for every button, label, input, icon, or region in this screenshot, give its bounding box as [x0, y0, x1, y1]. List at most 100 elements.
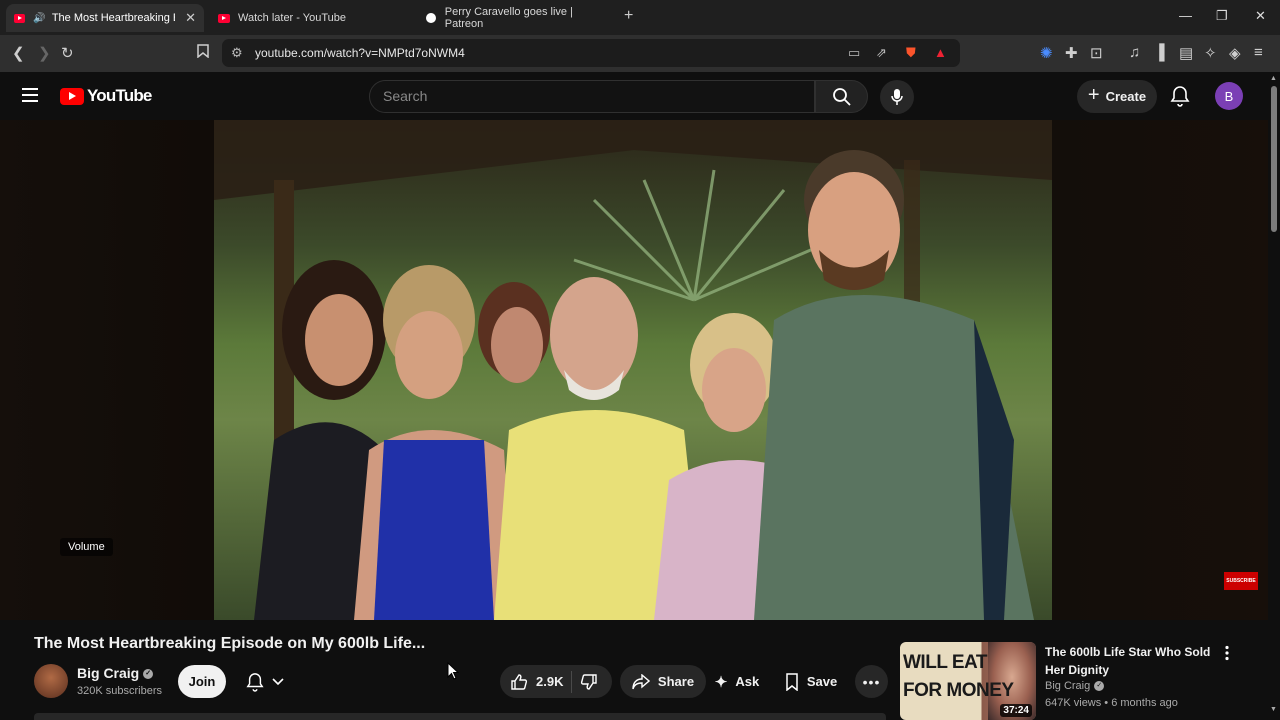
- tab-active[interactable]: 🔊 The Most Heartbreaking Episo ✕: [6, 4, 204, 32]
- leo-ai-icon[interactable]: ✧: [1204, 44, 1217, 62]
- wallet-icon[interactable]: ▤: [1179, 44, 1193, 62]
- youtube-header: YouTube + Create B: [0, 72, 1280, 120]
- reload-icon[interactable]: ↻: [61, 44, 74, 62]
- brave-rewards-icon[interactable]: ▲: [934, 45, 947, 60]
- thumb-text-1: WILL EAT: [903, 652, 987, 673]
- thumbs-down-icon: [581, 673, 598, 690]
- verified-check-icon: ✓: [143, 669, 154, 680]
- logo-text: YouTube: [87, 86, 152, 105]
- recommended-meta: 647K views • 6 months ago: [1045, 697, 1178, 709]
- scroll-down-icon[interactable]: ▼: [1270, 706, 1277, 713]
- youtube-favicon-icon: [14, 13, 26, 23]
- forward-icon[interactable]: ❯: [38, 44, 51, 62]
- tab-title: Perry Caravello goes live | Patreon: [444, 6, 573, 30]
- recommended-title[interactable]: The 600lb Life Star Who Sold Her Dignity: [1045, 643, 1215, 679]
- dislike-button[interactable]: [580, 673, 598, 691]
- share-icon: [632, 673, 650, 689]
- vpn-icon[interactable]: ✺: [1040, 44, 1053, 62]
- volume-tooltip: Volume: [60, 538, 113, 556]
- create-label: Create: [1105, 89, 1147, 104]
- vpn-shield-icon[interactable]: ◈: [1229, 44, 1241, 62]
- browser-toolbar: ❮ ❯ ↻ ⚙ youtube.com/watch?v=NMPtd7oNWM4 …: [0, 35, 1280, 72]
- restore-icon[interactable]: ❐: [1216, 8, 1228, 24]
- duration-badge: 37:24: [1000, 704, 1032, 717]
- youtube-favicon-icon: [218, 13, 230, 23]
- thumb-text-2: FOR MONEY: [903, 680, 1014, 701]
- url-text: youtube.com/watch?v=NMPtd7oNWM4: [255, 46, 465, 60]
- channel-name[interactable]: Big Craig ✓: [77, 665, 154, 681]
- video-frame[interactable]: [214, 120, 1052, 620]
- create-button[interactable]: + Create: [1077, 80, 1157, 113]
- recommended-channel-text[interactable]: Big Craig: [1045, 680, 1090, 692]
- verified-check-icon: ✓: [1094, 681, 1105, 692]
- channel-avatar[interactable]: [34, 664, 68, 698]
- notifications-bell-icon[interactable]: [1170, 85, 1190, 112]
- voice-search-button[interactable]: [880, 80, 914, 114]
- microphone-icon: [891, 89, 903, 105]
- bell-icon: [246, 672, 264, 692]
- cast-icon[interactable]: ▭: [848, 45, 860, 61]
- video-title: The Most Heartbreaking Episode on My 600…: [34, 635, 426, 652]
- sparkle-icon: ✦: [714, 673, 728, 691]
- plus-icon: +: [1087, 84, 1100, 106]
- tab-watch-later[interactable]: Watch later - YouTube: [210, 4, 410, 32]
- save-bookmark-icon: [786, 672, 798, 691]
- description-box[interactable]: [34, 713, 886, 720]
- tab-title: Watch later - YouTube: [238, 12, 347, 24]
- ask-label: Ask: [735, 674, 760, 689]
- recommended-thumbnail[interactable]: WILL EAT FOR MONEY 37:24: [900, 642, 1036, 720]
- join-button[interactable]: Join: [178, 665, 226, 698]
- extensions-icon[interactable]: ✚: [1065, 44, 1078, 62]
- tab-patreon[interactable]: Perry Caravello goes live | Patreon: [418, 4, 618, 32]
- share-button[interactable]: Share: [620, 665, 706, 698]
- thumbs-up-icon: [511, 673, 528, 690]
- close-tab-icon[interactable]: ✕: [185, 10, 196, 26]
- scrollbar-thumb[interactable]: [1271, 86, 1277, 232]
- patreon-favicon-icon: [426, 13, 436, 23]
- like-button[interactable]: 2.9K: [510, 673, 563, 691]
- more-vertical-icon[interactable]: [1224, 645, 1230, 666]
- search-input[interactable]: [383, 88, 783, 104]
- save-label: Save: [806, 674, 838, 689]
- channel-name-text[interactable]: Big Craig: [77, 665, 139, 681]
- share-page-icon[interactable]: ⇗: [876, 45, 887, 61]
- more-horizontal-icon: •••: [862, 673, 881, 690]
- screenshot-icon[interactable]: ⊡: [1090, 44, 1103, 62]
- mouse-cursor-icon: [447, 661, 460, 685]
- address-bar[interactable]: ⚙ youtube.com/watch?v=NMPtd7oNWM4 ▭ ⇗ ⛊ …: [222, 39, 960, 67]
- video-player[interactable]: [0, 120, 1268, 620]
- search-icon: [832, 87, 851, 106]
- youtube-logo[interactable]: YouTube: [60, 86, 152, 106]
- subscriber-count: 320K subscribers: [77, 685, 162, 697]
- bookmark-icon[interactable]: [197, 44, 209, 62]
- video-frame-image: [214, 120, 1052, 620]
- hamburger-menu-icon[interactable]: [22, 88, 38, 106]
- ask-button[interactable]: ✦ Ask: [706, 665, 768, 698]
- like-dislike-group: 2.9K: [500, 665, 612, 698]
- chevron-down-icon: [272, 677, 284, 685]
- tab-title: The Most Heartbreaking Episo: [51, 12, 175, 24]
- account-avatar[interactable]: B: [1215, 82, 1243, 110]
- search-box[interactable]: [369, 80, 815, 113]
- minimize-icon[interactable]: —: [1179, 8, 1192, 23]
- brave-shields-icon[interactable]: ⛊: [906, 45, 916, 61]
- browser-menu-icon[interactable]: ≡: [1254, 44, 1263, 61]
- more-actions-button[interactable]: •••: [855, 665, 888, 698]
- divider: [571, 670, 573, 693]
- save-button[interactable]: Save: [776, 665, 846, 698]
- page-scrollbar[interactable]: ▲ ▼: [1268, 72, 1280, 720]
- back-icon[interactable]: ❮: [12, 44, 25, 62]
- share-label: Share: [657, 674, 695, 689]
- window-close-icon[interactable]: ✕: [1255, 8, 1266, 24]
- recommended-channel[interactable]: Big Craig ✓: [1045, 680, 1105, 692]
- subscription-bell-button[interactable]: [236, 665, 294, 698]
- site-info-icon[interactable]: ⚙: [231, 45, 243, 61]
- media-icon[interactable]: ♫: [1129, 44, 1140, 61]
- subscribe-watermark[interactable]: SUBSCRIBE: [1224, 572, 1258, 590]
- scroll-up-icon[interactable]: ▲: [1270, 75, 1277, 82]
- search-button[interactable]: [815, 80, 868, 113]
- new-tab-icon[interactable]: +: [624, 7, 633, 25]
- audio-playing-icon[interactable]: 🔊: [33, 13, 45, 24]
- like-count: 2.9K: [536, 674, 564, 689]
- sidebar-icon[interactable]: ▐: [1154, 44, 1165, 61]
